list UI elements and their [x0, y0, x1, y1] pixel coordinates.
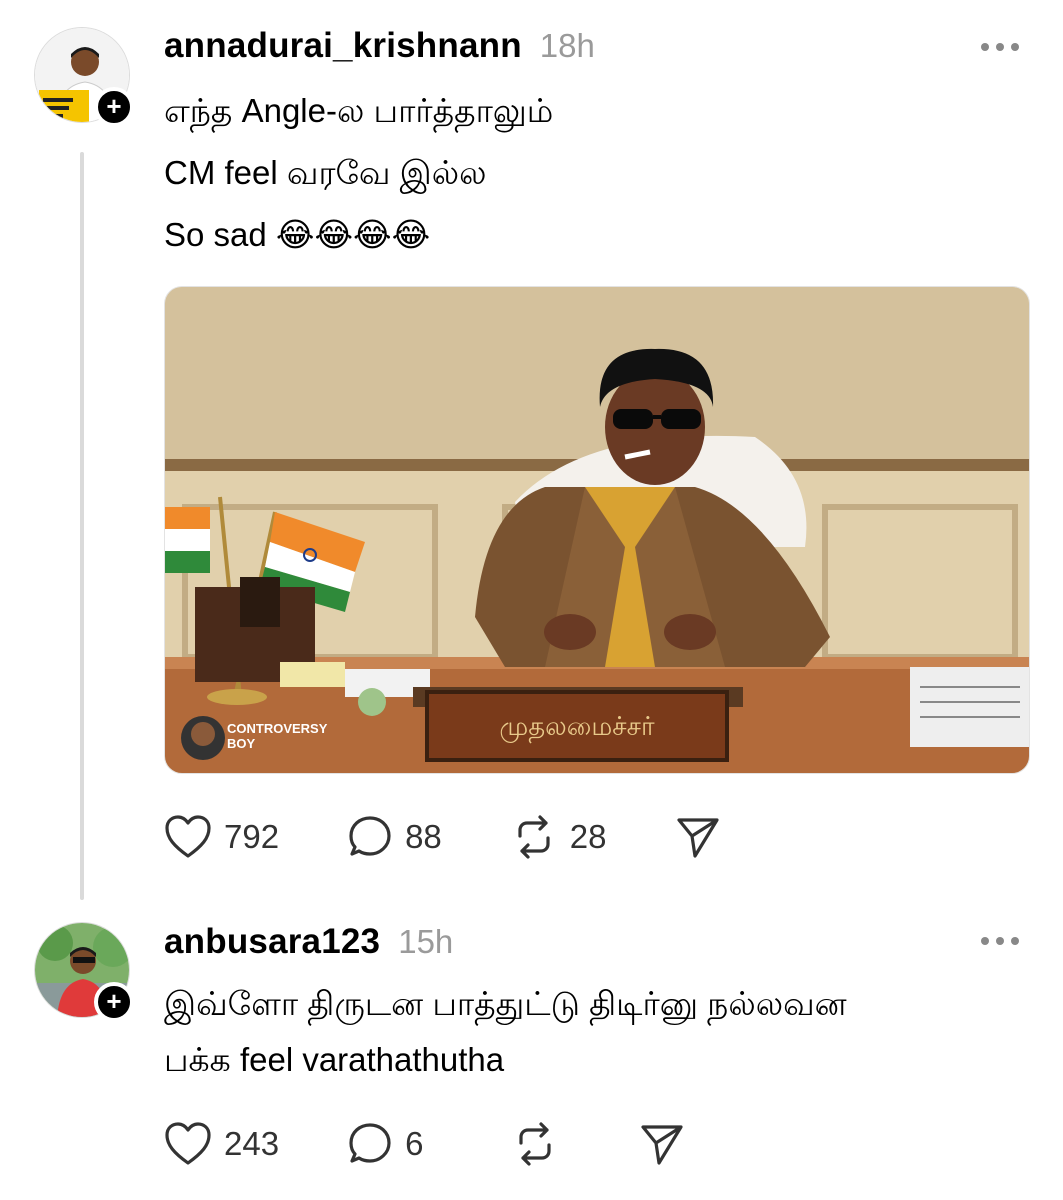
follow-button[interactable]: +	[94, 982, 134, 1022]
share-button[interactable]	[639, 1121, 685, 1167]
repost-button[interactable]	[511, 1121, 571, 1167]
more-dots-icon	[981, 43, 989, 51]
post-text-line: CM feel வரவே இல்ல	[164, 154, 487, 191]
more-dots-icon	[981, 937, 989, 945]
plus-icon: +	[106, 91, 122, 121]
username[interactable]: anbusara123	[164, 922, 380, 962]
reply-button[interactable]: 88	[347, 814, 442, 860]
repost-count: 28	[569, 818, 607, 855]
timestamp: 18h	[539, 27, 595, 64]
share-button[interactable]	[675, 814, 721, 860]
watermark-line2: BOY	[227, 736, 256, 751]
nameplate-text: முதலமைச்சர்	[499, 712, 655, 743]
post-text-line: இவ்ளோ திருடன பாத்துட்டு திடிர்னு நல்லவன	[164, 985, 847, 1022]
follow-button[interactable]: +	[94, 87, 134, 127]
comment-icon	[349, 1123, 391, 1163]
post-text-line: So sad 😂😂😂😂	[164, 216, 431, 253]
like-button[interactable]: 792	[164, 814, 279, 860]
post-header: annadurai_krishnann 18h	[164, 26, 595, 66]
post-text-line: பக்க feel varathathutha	[164, 1041, 505, 1078]
post-actions: 792 88 28	[164, 814, 721, 860]
send-icon	[641, 1125, 684, 1165]
post-actions: 243 6	[164, 1121, 685, 1167]
heart-icon	[165, 1122, 211, 1165]
username[interactable]: annadurai_krishnann	[164, 26, 522, 66]
thread-post: + anbusara123 15h இவ்ளோ திருடன பாத்துட்ட…	[0, 900, 1063, 1200]
heart-icon	[165, 815, 211, 858]
repost-button[interactable]: 28	[510, 814, 607, 860]
meme-image: முதலமைச்சர் CONTROVERSY BOY	[165, 287, 1029, 773]
like-count: 243	[224, 1125, 280, 1162]
reply-count: 6	[405, 1125, 424, 1162]
post-image[interactable]: முதலமைச்சர் CONTROVERSY BOY	[164, 286, 1030, 774]
comment-icon	[349, 816, 391, 856]
like-button[interactable]: 243	[164, 1121, 279, 1167]
send-icon	[676, 818, 719, 858]
more-options-button[interactable]	[981, 937, 1019, 945]
watermark-line1: CONTROVERSY	[227, 721, 328, 736]
more-options-button[interactable]	[981, 43, 1019, 51]
post-text-line: எந்த Angle-ல பார்த்தாலும்	[164, 92, 554, 129]
avatar-container[interactable]: +	[34, 27, 134, 127]
reply-count: 88	[405, 818, 442, 855]
post-header: anbusara123 15h	[164, 922, 453, 962]
reply-button[interactable]: 6	[347, 1121, 423, 1167]
avatar-container[interactable]: +	[34, 922, 134, 1022]
thread-post: + annadurai_krishnann 18h எந்த Angle-ல ப…	[0, 0, 1063, 900]
repost-icon	[518, 815, 550, 859]
thread-connector-line	[80, 152, 84, 900]
repost-icon	[519, 1122, 552, 1166]
timestamp: 15h	[398, 923, 454, 960]
like-count: 792	[224, 818, 280, 855]
plus-icon: +	[106, 986, 122, 1016]
